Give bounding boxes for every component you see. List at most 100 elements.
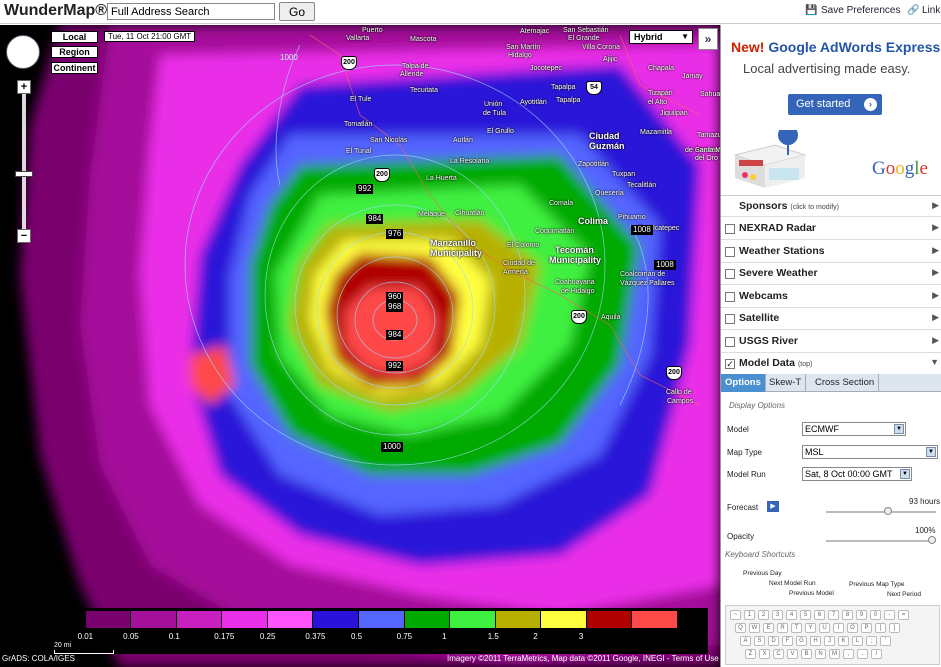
layer-weather-stations[interactable]: Weather Stations ▶ [721,240,941,263]
model-run-select[interactable]: Sat, 8 Oct 00:00 GMT ▼ [802,467,912,481]
chevron-right-icon: ▶ [932,222,939,232]
forecast-slider-knob[interactable] [884,507,892,515]
keyboard-key: . [857,649,868,659]
legend-swatch [222,611,268,628]
place-label: Jiquilpan [660,110,688,117]
legend-label: 0.05 [123,632,139,641]
keyboard-key: L [852,636,863,646]
link-link[interactable]: Link [922,5,940,16]
florist-shop-icon [733,130,807,188]
legend-swatch [40,611,86,628]
zoom-slider-handle[interactable] [15,171,33,177]
layer-checkbox[interactable] [725,269,735,279]
place-label: Municipality [430,248,483,258]
tab-cross-section[interactable]: Cross Section [811,374,880,392]
keyboard-key: 2 [758,610,769,620]
opacity-slider-knob[interactable] [928,536,936,544]
place-label: Municipality [549,255,602,265]
place-label: El Tunal [346,148,372,155]
layer-webcams[interactable]: Webcams ▶ [721,285,941,308]
place-label: San Martín [506,44,541,51]
weather-map[interactable]: + − Local Region Continent Tue, 11 Oct 2… [0,25,720,667]
map-attribution[interactable]: Imagery ©2011 TerraMetrics, Map data ©20… [447,654,719,663]
wundermap-logo: WunderMap® [4,2,108,19]
sponsors-row[interactable]: Sponsors (click to modify) ▶ [721,195,941,217]
layer-severe-weather[interactable]: Severe Weather ▶ [721,263,941,285]
zoom-out-button[interactable]: − [17,229,31,243]
pan-control[interactable] [6,35,40,69]
get-started-label: Get started [796,98,851,110]
keyboard-key: ' [880,636,891,646]
place-label: El Colomo [507,242,540,249]
place-label: Ciudad [589,131,620,141]
legend-swatch [131,611,177,628]
isobar-label: 992 [356,184,374,194]
keyboard-key: K [838,636,849,646]
layer-checkbox[interactable] [725,246,735,257]
ad-title[interactable]: New! Google AdWords Express [731,39,940,55]
isobar-label: 960 [386,292,404,302]
layer-checkbox[interactable] [725,314,735,324]
collapse-sidebar-button[interactable]: » [698,28,718,50]
get-started-button[interactable]: Get started › [788,94,882,115]
place-label: Comala [549,200,574,207]
tab-skew-t[interactable]: Skew-T [765,374,807,392]
model-tabs: Options Skew-T Cross Section [721,374,941,392]
place-label: Zapotitlán [578,161,609,168]
keyboard-key: 0 [870,610,881,620]
place-label: El Tule [350,96,372,103]
legend-swatch [404,611,451,628]
place-label: Campos [667,398,694,405]
address-search-input[interactable] [107,3,275,20]
keyboard-key: / [871,649,882,659]
keyboard-key: D [768,636,779,646]
map-type-dropdown[interactable]: MSL ▼ [802,445,938,459]
legend-label: 1.5 [487,632,499,641]
tab-options[interactable]: Options [721,374,766,392]
layer-checkbox[interactable] [725,336,735,347]
chevron-down-icon: ▼ [926,447,936,457]
opacity-slider[interactable] [826,540,936,542]
layer-nexrad-radar[interactable]: NEXRAD Radar ▶ [721,218,941,240]
play-icon[interactable]: ▶ [767,501,779,512]
layer-usgs-river[interactable]: USGS River ▶ [721,330,941,353]
place-label: Mascota [410,36,437,43]
model-select[interactable]: ECMWF ▼ [802,422,906,436]
highway-shield: 54 [586,81,602,95]
model-data-checkbox[interactable]: ✓ [725,359,735,369]
place-label: Ciudad de [503,260,535,267]
save-icon[interactable]: 💾 [805,5,817,16]
layer-checkbox[interactable] [725,224,735,234]
keyboard-key: 3 [772,610,783,620]
layer-satellite[interactable]: Satellite ▶ [721,308,941,330]
kb-previous-map-type: Previous Map Type [849,581,905,588]
view-region-button[interactable]: Region [51,46,98,58]
model-run-label: Model Run [727,470,766,479]
go-button[interactable]: Go [279,2,315,21]
map-type-select[interactable]: Hybrid ▼ [629,30,693,44]
view-local-button[interactable]: Local [51,31,98,43]
chevron-right-icon: ▶ [932,244,939,255]
place-label: Tamazula [697,132,720,139]
chevron-right-icon: ▶ [932,200,939,210]
adwords-ad[interactable]: New! Google AdWords Express Local advert… [721,25,941,190]
layer-checkbox[interactable] [725,291,735,302]
keyboard-key: X [759,649,770,659]
keyboard-shortcuts-heading: Keyboard Shortcuts [725,550,796,559]
zoom-track[interactable] [22,87,26,239]
layer-model-data[interactable]: ✓ Model Data (top) ▼ [721,353,941,375]
forecast-slider[interactable] [826,511,936,513]
keyboard-key: = [898,610,909,620]
view-continent-button[interactable]: Continent [51,62,98,74]
keyboard-key: S [754,636,765,646]
place-label: El Grullo [487,128,514,135]
keyboard-key: U [819,623,830,633]
place-label: La Huerta [426,175,457,182]
place-label: Sahuayo [700,91,720,98]
save-preferences-link[interactable]: Save Preferences [821,5,901,16]
zoom-in-button[interactable]: + [17,80,31,94]
link-icon[interactable]: 🔗 [907,5,919,16]
place-label: Allende [400,71,424,78]
place-label: Atemajac [520,28,550,35]
place-label: Tecomán [555,245,594,255]
